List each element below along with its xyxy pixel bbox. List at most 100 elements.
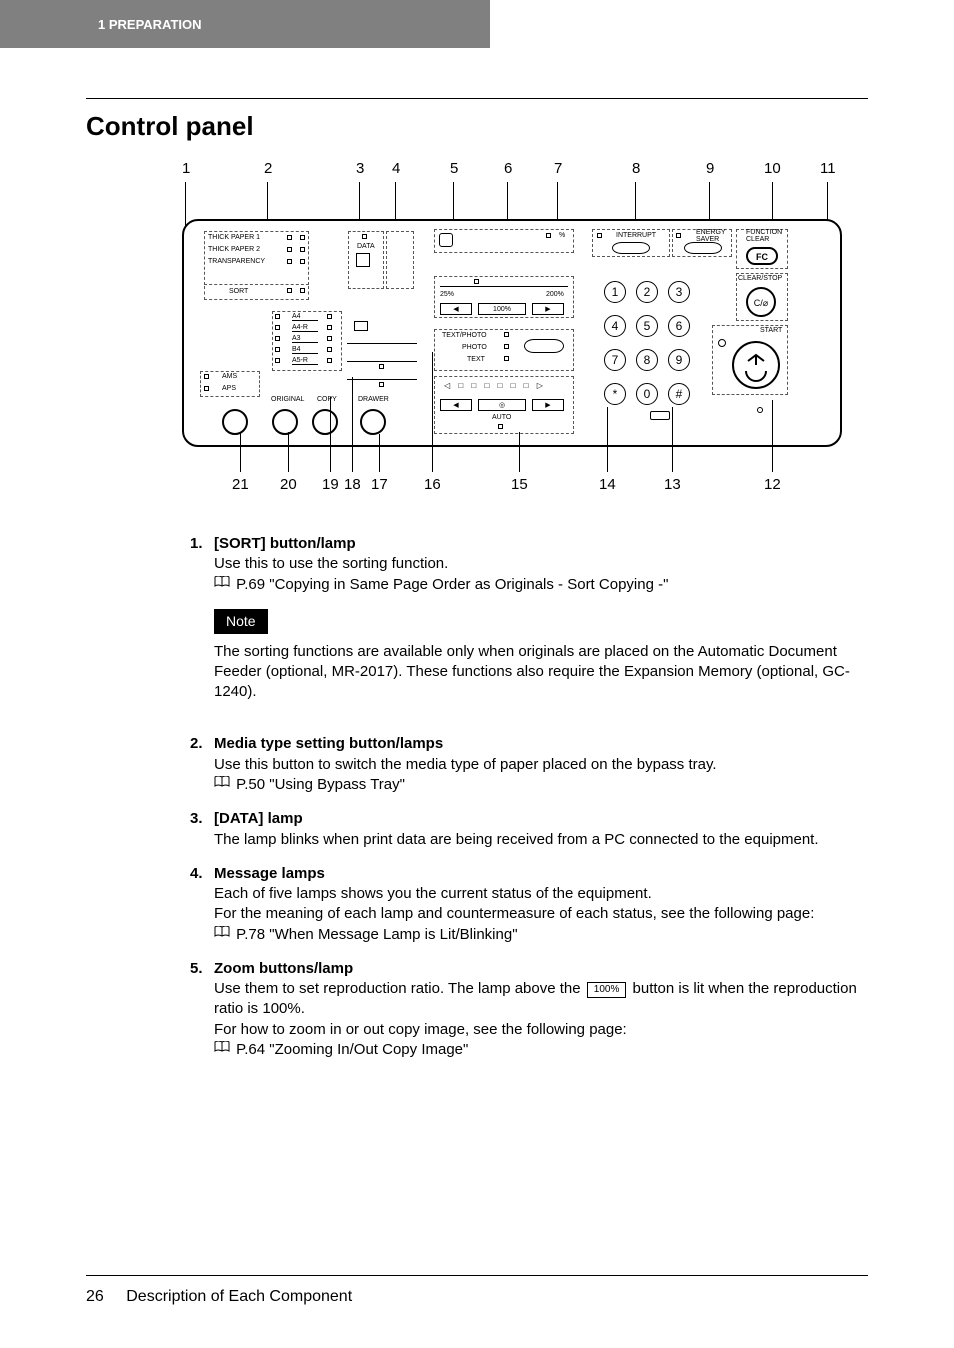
item-3: 3. [DATA] lamp The lamp blinks when prin… [190, 809, 868, 850]
size-b4: B4 [292, 346, 318, 354]
item-line: Use this to use the sorting function. [214, 554, 868, 574]
item-2: 2. Media type setting button/lamps Use t… [190, 734, 868, 795]
zoom-100-button[interactable]: 100% [478, 303, 526, 315]
keypad-1[interactable]: 1 [604, 281, 626, 303]
callout-10: 10 [764, 160, 781, 177]
sort-group [204, 286, 309, 300]
callout-17: 17 [371, 476, 388, 493]
keypad-8[interactable]: 8 [636, 349, 658, 371]
zoom-100-label: 100% [493, 306, 511, 313]
callout-3: 3 [356, 160, 364, 177]
callout-8: 8 [632, 160, 640, 177]
energy-saver-label: ENERGYSAVER [696, 229, 726, 243]
start-lamp [718, 339, 726, 347]
zoom-min: 25% [440, 291, 454, 298]
counter-display [434, 229, 574, 253]
original-label: ORIGINAL [271, 396, 304, 403]
density-up-button[interactable]: ▶ [532, 399, 564, 411]
callout-11: 11 [820, 160, 836, 177]
item-line: Use this button to switch the media type… [214, 755, 868, 775]
callout-13: 13 [664, 476, 681, 493]
copy-label: COPY [317, 396, 337, 403]
section-rule [86, 98, 868, 99]
callouts-top: 1 2 3 4 5 6 7 8 9 10 11 [172, 160, 868, 178]
control-panel-diagram: 1 2 3 4 5 6 7 8 9 10 11 [172, 160, 868, 494]
clear-stop-button[interactable]: C/⌀ [746, 287, 776, 317]
keypad-3[interactable]: 3 [668, 281, 690, 303]
size-a3: A3 [292, 335, 318, 343]
callouts-bottom: 21 20 19 18 17 16 15 14 13 12 [172, 476, 868, 494]
section-title: Control panel [86, 111, 868, 142]
item-line-pre: Use them to set reproduction ratio. The … [214, 980, 585, 997]
item-list: 1. [SORT] button/lamp Use this to use th… [190, 534, 868, 1060]
energy-saver-button[interactable] [684, 242, 722, 254]
callout-19: 19 [322, 476, 339, 493]
drawer-icon-small [356, 253, 370, 267]
keypad-2[interactable]: 2 [636, 281, 658, 303]
photo-label: PHOTO [462, 344, 487, 351]
auto-label: AUTO [492, 414, 511, 421]
page-number: 26 [86, 1288, 104, 1305]
start-indicator [757, 407, 763, 413]
item-title: Media type setting button/lamps [214, 734, 868, 754]
item-ref: P.78 "When Message Lamp is Lit/Blinking" [236, 926, 517, 943]
keypad-4[interactable]: 4 [604, 315, 626, 337]
keypad-5[interactable]: 5 [636, 315, 658, 337]
page-footer: 26 Description of Each Component [86, 1275, 868, 1306]
size-right-button[interactable] [312, 409, 338, 435]
thick-paper-1-label: THICK PAPER 1 [208, 234, 260, 241]
callout-16: 16 [424, 476, 441, 493]
keypad-star[interactable]: * [604, 383, 626, 405]
zoom-max: 200% [546, 291, 564, 298]
data-label: DATA [357, 243, 375, 250]
size-a4: A4 [292, 313, 318, 321]
sort-label: SORT [229, 288, 248, 295]
keypad-9[interactable]: 9 [668, 349, 690, 371]
callout-6: 6 [504, 160, 512, 177]
start-button[interactable] [732, 341, 780, 389]
item-5: 5. Zoom buttons/lamp Use them to set rep… [190, 959, 868, 1060]
callout-7: 7 [554, 160, 562, 177]
stack-icon [354, 321, 368, 331]
size-a5r: A5-R [292, 357, 318, 365]
original-button[interactable] [222, 409, 248, 435]
clear-stop-label: CLEAR/STOP [738, 275, 782, 282]
interrupt-button[interactable] [612, 242, 650, 254]
keypad-6[interactable]: 6 [668, 315, 690, 337]
keypad-0[interactable]: 0 [636, 383, 658, 405]
keypad-hash[interactable]: # [668, 383, 690, 405]
drawer-button[interactable] [360, 409, 386, 435]
display-icon [439, 233, 453, 247]
callout-21: 21 [232, 476, 249, 493]
item-ref: P.50 "Using Bypass Tray" [236, 776, 405, 793]
item-num: 1. [190, 534, 214, 720]
callout-2: 2 [264, 160, 272, 177]
book-icon [214, 574, 230, 594]
keypad-7[interactable]: 7 [604, 349, 626, 371]
note-body: The sorting functions are available only… [214, 642, 868, 703]
function-clear-label: FUNCTIONCLEAR [746, 229, 782, 243]
density-down-button[interactable]: ◀ [440, 399, 472, 411]
zoom-up-button[interactable]: ▶ [532, 303, 564, 315]
callout-15: 15 [511, 476, 528, 493]
density-scale: ◁ □ □ □ □ □ □ ▷ [444, 381, 546, 390]
callout-14: 14 [599, 476, 616, 493]
item-num: 3. [190, 809, 214, 850]
callout-4: 4 [392, 160, 400, 177]
inline-100-button: 100% [587, 982, 627, 998]
drawer-label: DRAWER [358, 396, 389, 403]
density-auto-button[interactable]: ◎ [478, 399, 526, 411]
size-left-button[interactable] [272, 409, 298, 435]
photo-text-button[interactable] [524, 339, 564, 353]
panel-outline: THICK PAPER 1 THICK PAPER 2 TRANSPARENCY… [182, 219, 842, 447]
item-title: Zoom buttons/lamp [214, 959, 868, 979]
fc-button[interactable]: FC [746, 247, 778, 265]
item-title: [SORT] button/lamp [214, 534, 868, 554]
interrupt-label: INTERRUPT [616, 232, 656, 239]
item-title: [DATA] lamp [214, 809, 868, 829]
zoom-down-button[interactable]: ◀ [440, 303, 472, 315]
callout-1: 1 [182, 160, 190, 177]
callout-5: 5 [450, 160, 458, 177]
book-icon [214, 924, 230, 944]
start-label: START [760, 327, 782, 334]
